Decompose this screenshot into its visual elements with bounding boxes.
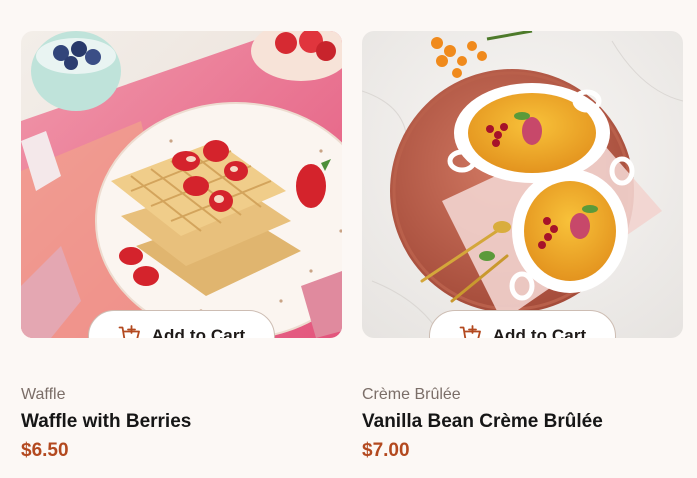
product-card[interactable]: Add to Cart Crème Brûlée Vanilla Bean Cr…: [362, 31, 683, 461]
waffle-photo-icon: [21, 31, 342, 338]
product-grid: Add to Cart Waffle Waffle with Berries $…: [0, 0, 697, 478]
add-to-cart-button[interactable]: Add to Cart: [429, 310, 616, 338]
add-to-cart-label: Add to Cart: [492, 326, 587, 338]
product-image-waffle[interactable]: Add to Cart: [21, 31, 342, 338]
add-to-cart-label: Add to Cart: [151, 326, 246, 338]
product-category: Waffle: [21, 386, 66, 403]
product-image-creme-brulee[interactable]: Add to Cart: [362, 31, 683, 338]
product-title[interactable]: Vanilla Bean Crème Brûlée: [362, 411, 603, 433]
cart-plus-icon: [459, 325, 481, 338]
product-price: $7.00: [362, 440, 410, 461]
product-title[interactable]: Waffle with Berries: [21, 411, 191, 433]
add-to-cart-button[interactable]: Add to Cart: [88, 310, 275, 338]
cart-plus-icon: [118, 325, 140, 338]
creme-brulee-photo-icon: [362, 31, 683, 338]
product-price: $6.50: [21, 440, 69, 461]
product-category: Crème Brûlée: [362, 386, 461, 403]
product-card[interactable]: Add to Cart Waffle Waffle with Berries $…: [21, 31, 342, 461]
